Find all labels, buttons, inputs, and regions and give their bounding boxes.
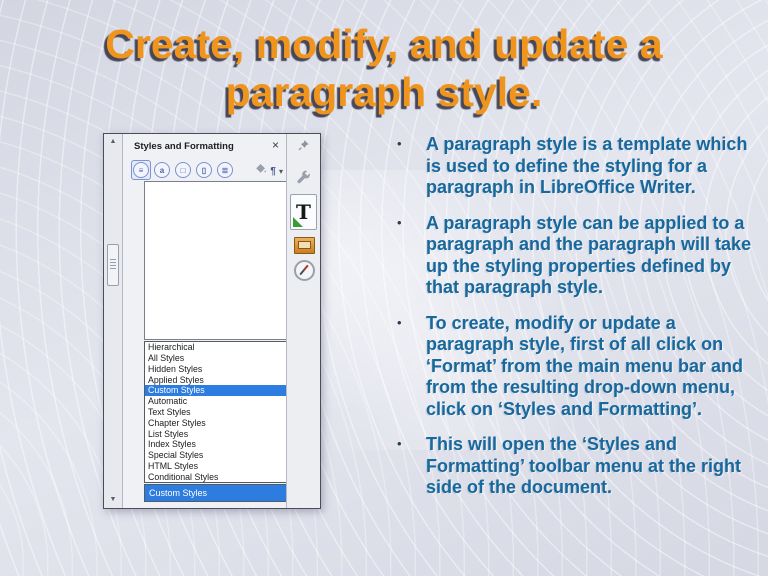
style-category-label: Hidden Styles <box>148 364 202 374</box>
style-family-button[interactable]: ≣ <box>215 160 235 180</box>
sidebar-pin-icon[interactable] <box>287 139 320 151</box>
style-category-label: Conditional Styles <box>148 472 218 482</box>
bullet-item: • This will open the ‘Styles and Formatt… <box>393 434 759 499</box>
style-category-label: Text Styles <box>148 407 191 417</box>
style-category-row[interactable]: Automatic <box>145 396 301 407</box>
style-category-label: Special Styles <box>148 450 203 460</box>
style-category-row[interactable]: Hidden Styles <box>145 364 301 375</box>
scroll-down-icon[interactable]: ▼ <box>104 495 122 505</box>
slide-title: Create, modify, and update a paragraph s… <box>0 20 768 116</box>
style-category-label: Chapter Styles <box>148 418 206 428</box>
panel-tools: ¶ ▾ <box>254 162 283 180</box>
style-category-row[interactable]: Custom Styles <box>145 385 301 396</box>
styles-panel-screenshot: ▲ ▼ Styles and Formatting × ≡ a □ ▯ <box>103 133 321 509</box>
style-category-row[interactable]: List Styles <box>145 428 301 439</box>
style-category-row[interactable]: Special Styles <box>145 450 301 461</box>
bullet-marker-icon: • <box>393 313 426 421</box>
style-category-row[interactable]: Hierarchical <box>145 342 301 353</box>
styles-panel: Styles and Formatting × ≡ a □ ▯ ≣ <box>123 134 286 508</box>
style-list-empty-area[interactable] <box>144 181 302 340</box>
properties-wrench-icon[interactable] <box>287 170 320 185</box>
bullet-item: • A paragraph style can be applied to a … <box>393 213 759 299</box>
style-category-row[interactable]: Conditional Styles <box>145 471 301 482</box>
style-family-icon: ▯ <box>196 162 212 178</box>
fill-format-mode-icon[interactable] <box>254 162 267 180</box>
style-category-row[interactable]: Text Styles <box>145 407 301 418</box>
style-category-list: Hierarchical All Styles Hidden Styles Ap… <box>144 341 302 483</box>
style-category-row[interactable]: Index Styles <box>145 439 301 450</box>
bullet-marker-icon: • <box>393 213 426 299</box>
style-family-icon: □ <box>175 162 191 178</box>
filter-dropdown[interactable]: Custom Styles ▾ <box>144 484 306 502</box>
scroll-up-icon[interactable]: ▲ <box>104 137 122 147</box>
style-family-button[interactable]: a <box>152 160 172 180</box>
bullet-marker-icon: • <box>393 434 426 499</box>
gallery-icon[interactable] <box>294 237 315 254</box>
styles-tab-triangle-icon <box>293 217 303 227</box>
bullet-text: To create, modify or update a paragraph … <box>426 313 759 421</box>
style-family-toolbar: ≡ a □ ▯ ≣ <box>131 160 235 180</box>
close-icon[interactable]: × <box>272 138 279 152</box>
style-family-icon: ≣ <box>217 162 233 178</box>
style-category-label: Index Styles <box>148 439 196 449</box>
sidebar-tab-bar: T <box>286 134 320 508</box>
style-category-label: Automatic <box>148 396 187 406</box>
styles-and-formatting-tab[interactable]: T <box>290 194 317 230</box>
style-category-row[interactable]: Chapter Styles <box>145 417 301 428</box>
vertical-scrollbar[interactable]: ▲ ▼ <box>104 134 123 508</box>
bullet-item: • To create, modify or update a paragrap… <box>393 313 759 421</box>
style-family-button[interactable]: ≡ <box>131 160 151 180</box>
style-family-button[interactable]: ▯ <box>194 160 214 180</box>
new-style-from-selection-icon[interactable]: ¶ <box>270 166 276 177</box>
style-family-button[interactable]: □ <box>173 160 193 180</box>
style-category-label: List Styles <box>148 429 188 439</box>
style-category-row[interactable]: All Styles <box>145 353 301 364</box>
filter-dropdown-value: Custom Styles <box>149 488 207 498</box>
bullet-text: A paragraph style is a template which is… <box>426 134 759 199</box>
new-style-dropdown-caret-icon[interactable]: ▾ <box>279 167 283 176</box>
bullet-list: • A paragraph style is a template which … <box>393 134 759 513</box>
navigator-icon[interactable] <box>294 260 315 281</box>
style-category-label: All Styles <box>148 353 184 363</box>
style-category-label: Hierarchical <box>148 342 194 352</box>
panel-title: Styles and Formatting <box>134 141 234 152</box>
style-family-icon: a <box>154 162 170 178</box>
style-category-label: Custom Styles <box>148 385 205 395</box>
style-category-label: HTML Styles <box>148 461 198 471</box>
bullet-text: This will open the ‘Styles and Formattin… <box>426 434 759 499</box>
bullet-marker-icon: • <box>393 134 426 199</box>
style-category-row[interactable]: Applied Styles <box>145 374 301 385</box>
style-category-label: Applied Styles <box>148 375 204 385</box>
style-family-icon: ≡ <box>133 162 149 178</box>
style-category-row[interactable]: HTML Styles <box>145 460 301 471</box>
bullet-item: • A paragraph style is a template which … <box>393 134 759 199</box>
slide: Create, modify, and update a paragraph s… <box>0 0 768 576</box>
bullet-text: A paragraph style can be applied to a pa… <box>426 213 759 299</box>
sidebar-grip-handle[interactable] <box>107 244 119 286</box>
